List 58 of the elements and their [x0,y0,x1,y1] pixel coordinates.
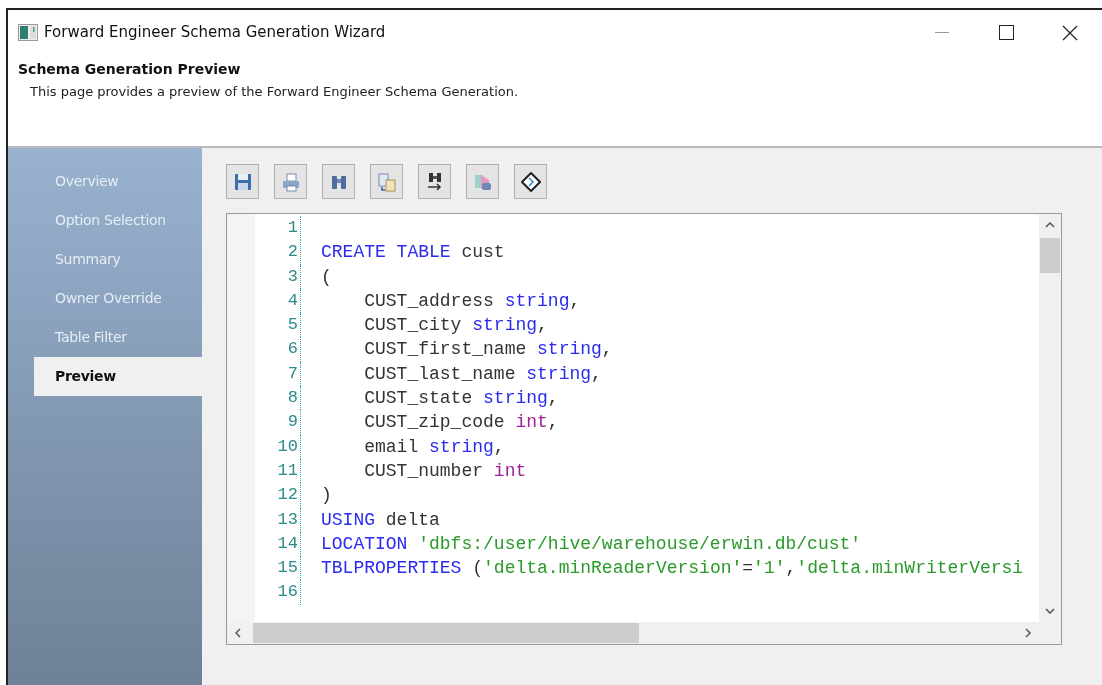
navigate-button[interactable] [514,164,547,199]
diamond-arrow-icon [520,171,541,192]
scrollbar-thumb[interactable] [1040,238,1060,273]
wizard-step[interactable]: Preview [34,357,202,396]
code-line: CUST_number int [363,459,527,483]
code-line: CUST_address string, [363,289,581,313]
line-number: 15 [227,556,301,581]
line-number: 3 [227,264,301,289]
line-number: 16 [227,580,301,605]
line-number: 1 [227,216,301,241]
line-number: 11 [227,458,301,484]
vertical-scrollbar[interactable] [1039,214,1061,622]
line-number: 8 [227,386,301,411]
page-title: Schema Generation Preview [18,60,242,79]
code-line: CUST_first_name string, [363,338,613,362]
code-line: ) [321,484,332,508]
app-icon [18,24,38,41]
line-number: 6 [227,337,301,362]
line-number: 9 [227,410,301,435]
copy-button[interactable] [370,164,403,199]
code-line: TBLPROPERTIES ('delta.minReaderVersion'='1','delta.minWriterVersi [321,557,1024,581]
code-line: CUST_city string, [363,314,548,338]
line-number: 7 [227,361,301,387]
wizard-step[interactable]: Owner Override [34,279,202,318]
find-button[interactable] [322,164,355,199]
code-line: USING delta [321,508,440,532]
window-title: Forward Engineer Schema Generation Wizard [44,22,386,44]
line-number: 10 [227,434,301,459]
line-number: 4 [227,288,301,314]
save-button[interactable] [226,164,259,199]
maximize-icon [998,25,1014,40]
wizard-step[interactable]: Table Filter [34,318,202,357]
code-line: CUST_zip_code int, [363,411,559,435]
line-number: 14 [227,531,301,557]
page-description: This page provides a preview of the Forward Engineer Schema Generation. [30,83,520,101]
scrollbar-thumb[interactable] [253,623,639,643]
code-editor[interactable] [226,213,1062,645]
code-line: CUST_last_name string, [363,362,602,386]
horizontal-scrollbar[interactable] [227,622,1039,644]
code-line: ( [321,265,332,289]
close-icon [1062,24,1078,41]
wizard-step[interactable]: Option Selection [34,201,202,240]
code-line: email string, [363,435,505,459]
wizard-step[interactable]: Summary [34,240,202,279]
print-button[interactable] [274,164,307,199]
printer-icon [280,171,301,192]
code-line: LOCATION 'dbfs:/user/hive/warehouse/erwin.db/cust' [321,532,862,556]
copy-documents-icon [376,171,397,192]
line-number: 5 [227,313,301,338]
code-line: CUST_state string, [363,387,559,411]
line-number: 12 [227,483,301,508]
line-number: 13 [227,507,301,532]
wizard-step[interactable]: Overview [34,162,202,201]
color-button[interactable] [466,164,499,199]
minimize-icon [935,32,949,33]
code-line: CREATE TABLE cust [321,241,505,265]
replace-button[interactable] [418,164,451,199]
line-number: 2 [227,240,301,265]
